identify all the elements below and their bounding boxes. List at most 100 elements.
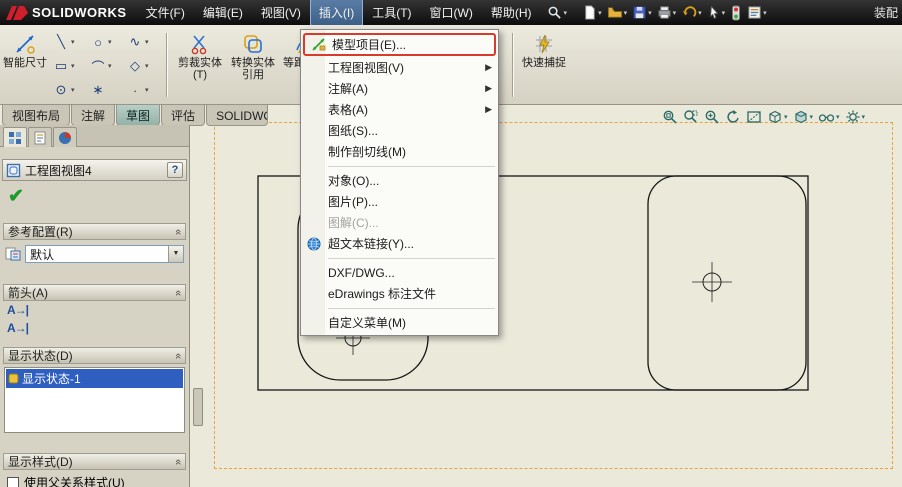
view-settings-gear-icon bbox=[846, 110, 860, 124]
zoom-in-out-button[interactable] bbox=[702, 108, 722, 126]
list-item[interactable]: 显示状态-1 bbox=[6, 369, 183, 388]
section-view-icon bbox=[747, 111, 761, 123]
propertymanager-tab[interactable] bbox=[3, 127, 27, 147]
combo-dropdown-button[interactable]: ▼ bbox=[168, 246, 183, 262]
menu-tools[interactable]: 工具(T) bbox=[363, 0, 420, 26]
menu-item-model-items[interactable]: 模型项目(E)... bbox=[303, 33, 496, 56]
menu-separator bbox=[328, 308, 495, 309]
arrow-style-button[interactable]: A→| bbox=[7, 303, 29, 317]
dropdown-caret-icon: ▾ bbox=[809, 114, 814, 121]
tab-evaluate[interactable]: 评估 bbox=[161, 105, 206, 126]
group-header-arrow[interactable]: 箭头(A) « bbox=[3, 284, 186, 301]
collapse-chevron-icon: « bbox=[171, 289, 184, 296]
menu-item-hyperlink[interactable]: 超文本链接(Y)... bbox=[301, 233, 498, 254]
menu-item-label: 图片(P)... bbox=[328, 195, 378, 209]
rotate-view-button[interactable] bbox=[723, 108, 743, 126]
group-header-label: 箭头(A) bbox=[8, 286, 48, 300]
group-header-label: 显示状态(D) bbox=[8, 349, 73, 363]
solidworks-logo: SOLIDWORKS bbox=[0, 5, 137, 21]
panel-tabs bbox=[0, 125, 189, 147]
spline-icon: ∿ bbox=[129, 34, 141, 49]
menu-item-tables[interactable]: 表格(A) ▶ bbox=[301, 99, 498, 120]
menu-edit[interactable]: 编辑(E) bbox=[194, 0, 252, 26]
view-orientation-button[interactable]: ▾ bbox=[765, 108, 790, 126]
new-document-button[interactable]: ▾ bbox=[581, 4, 603, 21]
centerline-tool-button[interactable]: ∙ ▾ bbox=[124, 78, 161, 102]
menu-item-edrawings-markup[interactable]: eDrawings 标注文件 bbox=[301, 283, 498, 304]
menu-insert[interactable]: 插入(I) bbox=[309, 0, 364, 26]
view-settings-button[interactable]: ▾ bbox=[843, 108, 868, 126]
menu-item-annotations[interactable]: 注解(A) ▶ bbox=[301, 78, 498, 99]
display-style-button[interactable]: ▾ bbox=[791, 108, 816, 126]
display-state-list[interactable]: 显示状态-1 bbox=[4, 367, 185, 433]
search-button[interactable]: ▾ bbox=[541, 5, 574, 20]
menu-item-label: 图纸(S)... bbox=[328, 124, 378, 138]
menu-item-customize-menu[interactable]: 自定义菜单(M) bbox=[301, 312, 498, 333]
configuration-select[interactable]: 默认 ▼ bbox=[25, 245, 184, 263]
convert-entities-button[interactable]: 转换实体引用 bbox=[228, 28, 278, 102]
hide-show-items-button[interactable]: ▾ bbox=[816, 108, 842, 126]
ellipse-tool-button[interactable]: ◇ ▾ bbox=[124, 54, 161, 78]
dropdown-caret-icon: ▾ bbox=[784, 114, 788, 121]
menu-item-make-section-line[interactable]: 制作剖切线(M) bbox=[301, 141, 498, 162]
smart-dimension-label: 智能尺寸 bbox=[3, 57, 47, 69]
circle-icon: ○ bbox=[94, 34, 102, 50]
model-items-icon bbox=[308, 37, 328, 52]
circle-tool-button[interactable]: ○ ▾ bbox=[87, 30, 124, 54]
tab-annotation[interactable]: 注解 bbox=[71, 105, 116, 126]
menu-help[interactable]: 帮助(H) bbox=[482, 0, 541, 26]
zoom-fit-button[interactable] bbox=[660, 108, 680, 126]
group-header-reference-configuration[interactable]: 参考配置(R) « bbox=[3, 223, 186, 240]
pm-accept-row: ✔ bbox=[0, 183, 189, 209]
group-header-display-style[interactable]: 显示样式(D) « bbox=[3, 453, 186, 470]
rectangle-tool-button[interactable]: ▭ ▾ bbox=[50, 54, 87, 78]
menu-item-picture[interactable]: 图片(P)... bbox=[301, 191, 498, 212]
trim-entities-button[interactable]: 剪裁实体(T) bbox=[176, 28, 224, 102]
ok-check-button[interactable]: ✔ bbox=[8, 185, 24, 208]
undo-button[interactable]: ▾ bbox=[680, 4, 703, 21]
slot-tool-button[interactable]: ⊙ ▾ bbox=[50, 78, 87, 102]
arrow-style-button[interactable]: A→| bbox=[7, 321, 29, 335]
tab-view-layout[interactable]: 视图布局 bbox=[2, 105, 71, 126]
options-button[interactable]: ▾ bbox=[746, 4, 768, 21]
menu-item-object[interactable]: 对象(O)... bbox=[301, 170, 498, 191]
drawing-view-icon bbox=[6, 163, 21, 177]
displaymanager-tab[interactable] bbox=[53, 127, 77, 147]
new-document-icon bbox=[585, 5, 595, 20]
spline-tool-button[interactable]: ∿ ▾ bbox=[124, 30, 161, 54]
titlebar: SOLIDWORKS 文件(F) 编辑(E) 视图(V) 插入(I) 工具(T)… bbox=[0, 0, 902, 26]
menu-view[interactable]: 视图(V) bbox=[252, 0, 310, 26]
section-view-button[interactable] bbox=[744, 108, 764, 126]
open-button[interactable]: ▾ bbox=[606, 4, 629, 21]
configurationmanager-tab[interactable] bbox=[28, 127, 52, 147]
line-tool-button[interactable]: ╲ ▾ bbox=[50, 30, 87, 54]
print-button[interactable]: ▾ bbox=[656, 4, 678, 21]
property-manager-panel: 工程图视图4 ? ✔ 参考配置(R) « 默认 ▼ 箭头(A) « A→| A→… bbox=[0, 125, 190, 487]
dropdown-caret-icon: ▾ bbox=[108, 63, 112, 70]
save-button[interactable]: ▾ bbox=[631, 4, 653, 21]
scrollbar-thumb[interactable] bbox=[193, 388, 203, 426]
group-header-display-state[interactable]: 显示状态(D) « bbox=[3, 347, 186, 364]
group-arrow: 箭头(A) « A→| A→| bbox=[3, 284, 186, 337]
tab-solidworks-addins[interactable]: SOLIDWORKS 插件 bbox=[206, 105, 269, 126]
tab-sketch[interactable]: 草图 bbox=[116, 105, 161, 126]
arc-tool-button[interactable]: ⌒ ▾ bbox=[87, 54, 124, 78]
menu-item-drawing-view[interactable]: 工程图视图(V) ▶ bbox=[301, 57, 498, 78]
open-folder-icon bbox=[607, 7, 622, 18]
quick-snap-button[interactable]: 快速捕捉 bbox=[520, 28, 568, 102]
displaymanager-tab-icon bbox=[59, 131, 71, 144]
rebuild-button[interactable] bbox=[729, 4, 743, 22]
point-tool-button[interactable]: ∗ bbox=[87, 78, 124, 102]
page-title: 工程图视图4 bbox=[25, 163, 92, 178]
view-heads-up-toolbar: ▾ ▾ ▾ ▾ bbox=[660, 108, 867, 126]
zoom-area-button[interactable] bbox=[681, 108, 701, 126]
smart-dimension-button[interactable]: 智能尺寸 bbox=[2, 28, 48, 102]
rebuild-traffic-light-icon bbox=[732, 5, 741, 20]
help-button[interactable]: ? bbox=[167, 162, 183, 178]
select-tool-button[interactable]: ▾ bbox=[706, 4, 727, 21]
menu-window[interactable]: 窗口(W) bbox=[421, 0, 482, 26]
menu-item-sheet[interactable]: 图纸(S)... bbox=[301, 120, 498, 141]
use-parent-style-checkbox[interactable] bbox=[7, 476, 19, 487]
menu-item-dxf-dwg[interactable]: DXF/DWG... bbox=[301, 262, 498, 283]
menu-file[interactable]: 文件(F) bbox=[137, 0, 194, 26]
